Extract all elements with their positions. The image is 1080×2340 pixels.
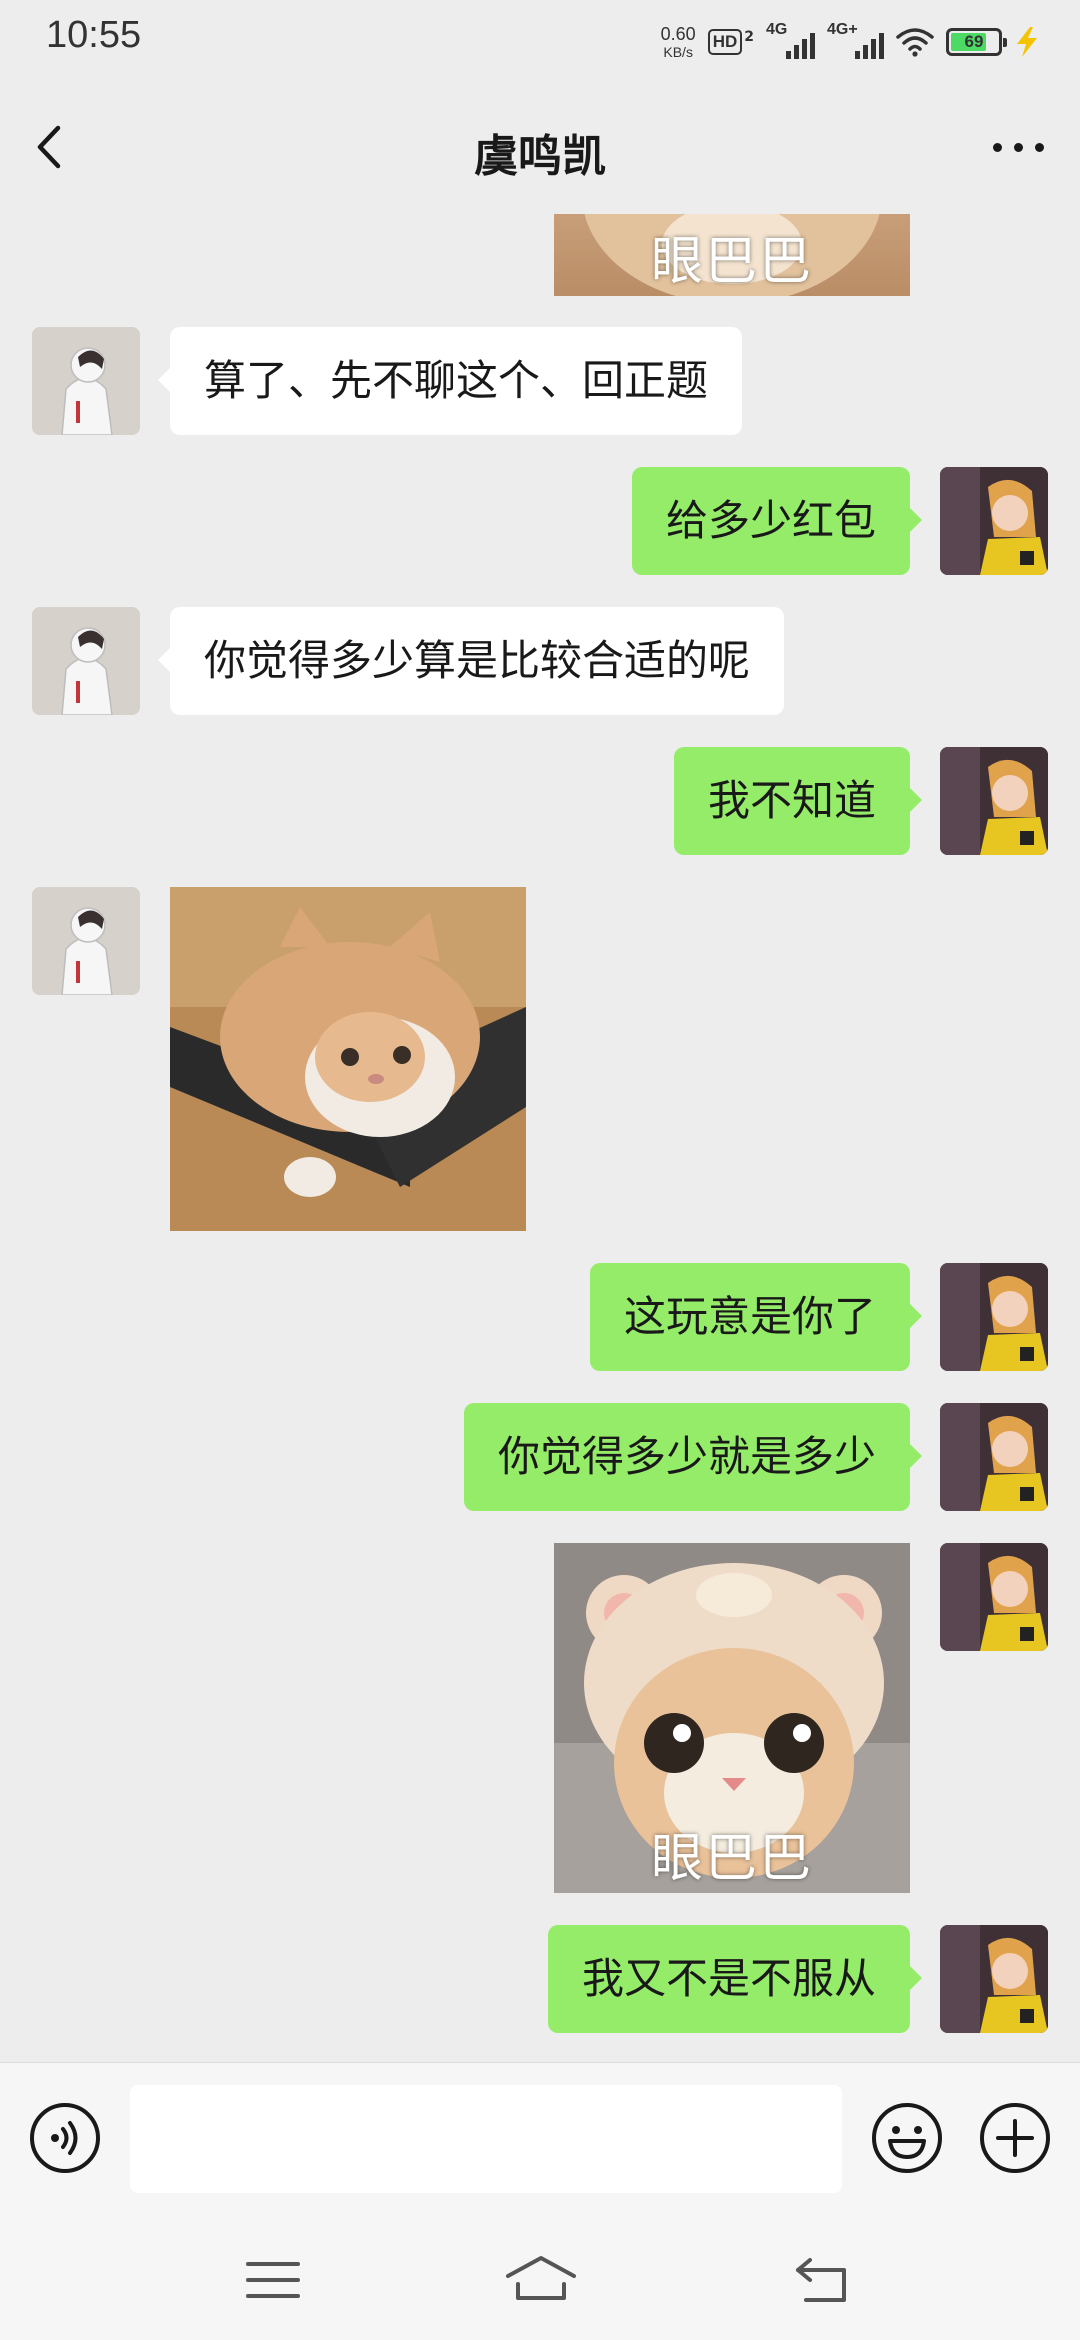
system-nav-bar (0, 2224, 1080, 2340)
message-row: 给多少红包 (0, 467, 1080, 575)
contact-avatar[interactable] (32, 887, 140, 995)
hd-icon: HD 2 (707, 29, 754, 55)
message-row: 我不知道 (0, 747, 1080, 855)
my-avatar[interactable] (940, 747, 1048, 855)
back-icon[interactable] (792, 2254, 854, 2306)
sim1-label: 4G (766, 21, 788, 38)
signal-sim2-icon: 4G+ (827, 21, 884, 59)
message-row: 算了、先不聊这个、回正题 (0, 327, 1080, 435)
wifi-icon (896, 28, 934, 57)
message-row: 你觉得多少就是多少 (0, 1403, 1080, 1511)
message-bubble[interactable]: 我不知道 (673, 747, 923, 855)
my-avatar[interactable] (940, 467, 1048, 575)
message-list[interactable]: 眼巴巴 算了、先不聊这个、回正题 给多少红包 你觉得多少算是比较合适的呢 我不知… (0, 214, 1080, 2062)
message-input[interactable] (130, 2085, 842, 2193)
my-avatar[interactable] (940, 1925, 1048, 2033)
my-avatar[interactable] (940, 1543, 1048, 1651)
message-bubble[interactable]: 这玩意是你了 (589, 1263, 923, 1371)
hd-sub: 2 (744, 29, 754, 45)
menu-icon[interactable] (242, 2254, 304, 2306)
chat-header: 虞鸣凯 (0, 80, 1080, 214)
home-icon[interactable] (504, 2254, 578, 2306)
message-row: 你觉得多少算是比较合适的呢 (0, 607, 1080, 715)
message-bubble[interactable]: 给多少红包 (631, 467, 923, 575)
message-row: 我又不是不服从 (0, 1925, 1080, 2033)
message-row: 这玩意是你了 (0, 1263, 1080, 1371)
plus-icon[interactable] (978, 2101, 1052, 2175)
message-bubble[interactable]: 我又不是不服从 (547, 1925, 923, 2033)
message-row (0, 887, 1080, 1231)
status-bar: 10:55 0.60 KB/s HD 2 4G 4G+ 69 (0, 0, 1080, 80)
battery-percent: 69 (964, 32, 984, 51)
my-avatar[interactable] (940, 1403, 1048, 1511)
voice-icon[interactable] (28, 2101, 102, 2175)
sticker-caption: 眼巴巴 (650, 1829, 813, 1889)
network-speed: 0.60 KB/s (661, 25, 696, 59)
signal-sim1-icon: 4G (766, 21, 815, 59)
network-speed-unit: KB/s (663, 44, 693, 60)
status-time: 10:55 (46, 14, 142, 56)
battery-icon: 69 (946, 28, 1007, 56)
contact-avatar[interactable] (32, 607, 140, 715)
sticker-caption: 眼巴巴 (650, 232, 813, 292)
charging-bolt-icon (1017, 27, 1037, 57)
hd-label: HD (707, 29, 743, 55)
message-bubble[interactable]: 你觉得多少算是比较合适的呢 (157, 607, 785, 715)
network-speed-value: 0.60 (660, 24, 696, 44)
my-avatar[interactable] (940, 1263, 1048, 1371)
chat-input-bar (0, 2062, 1080, 2224)
status-icons: 0.60 KB/s HD 2 4G 4G+ 69 (661, 20, 1040, 64)
message-row: 眼巴巴 (0, 1543, 1080, 1893)
sticker-image[interactable]: 眼巴巴 (554, 1543, 910, 1893)
message-bubble[interactable]: 你觉得多少就是多少 (463, 1403, 923, 1511)
sticker-image[interactable] (170, 887, 526, 1231)
chat-title: 虞鸣凯 (474, 131, 606, 182)
emoji-icon[interactable] (870, 2101, 944, 2175)
message-row: 眼巴巴 (0, 214, 1080, 296)
more-dots-icon[interactable] (982, 132, 1054, 162)
sticker-image[interactable]: 眼巴巴 (554, 214, 910, 296)
message-bubble[interactable]: 算了、先不聊这个、回正题 (157, 327, 743, 435)
contact-avatar[interactable] (32, 327, 140, 435)
sim2-label: 4G+ (827, 21, 858, 38)
